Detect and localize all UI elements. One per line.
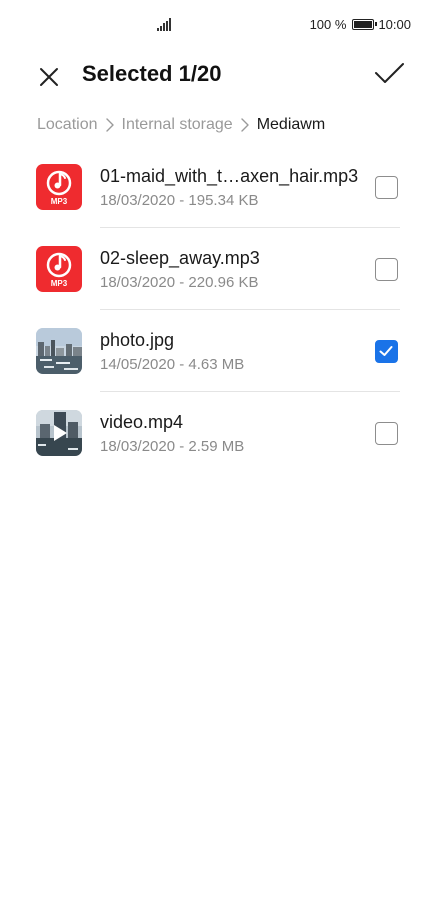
header: Selected 1/20 (0, 52, 437, 96)
chevron-right-icon (240, 118, 249, 132)
signal-icon (157, 18, 171, 31)
breadcrumb: Location Internal storage Mediawm (37, 116, 325, 134)
photo-thumbnail (36, 328, 82, 374)
file-meta: 18/03/2020 - 2.59 MB (100, 438, 245, 455)
file-row-video[interactable]: video.mp4 18/03/2020 - 2.59 MB (0, 392, 437, 474)
chevron-right-icon (105, 118, 114, 132)
select-checkbox[interactable] (375, 176, 398, 199)
breadcrumb-current-folder: Mediawm (256, 116, 326, 133)
mp3-file-icon: MP3 (36, 164, 82, 210)
file-meta: 18/03/2020 - 195.34 KB (100, 192, 259, 209)
select-checkbox[interactable] (375, 422, 398, 445)
status-bar: 100 % 10:00 (0, 0, 437, 52)
mp3-label: MP3 (50, 197, 68, 206)
checkmark-icon (379, 346, 393, 356)
status-right: 100 % 10:00 (310, 17, 411, 32)
page-title: Selected 1/20 (82, 61, 222, 86)
battery-icon (352, 19, 378, 30)
file-list: MP3 01-maid_with_t…axen_hair.mp3 18/03/2… (0, 146, 437, 474)
file-row-01-maid[interactable]: MP3 01-maid_with_t…axen_hair.mp3 18/03/2… (0, 146, 437, 228)
file-name: photo.jpg (100, 330, 175, 350)
confirm-button[interactable] (371, 56, 407, 90)
file-row-02-sleep-away[interactable]: MP3 02-sleep_away.mp3 18/03/2020 - 220.9… (0, 228, 437, 310)
battery-percent: 100 % (309, 17, 347, 32)
select-checkbox[interactable] (375, 258, 398, 281)
close-button[interactable] (34, 58, 66, 90)
file-meta: 14/05/2020 - 4.63 MB (100, 356, 245, 373)
file-name: 02-sleep_away.mp3 (100, 248, 260, 268)
mp3-file-icon: MP3 (36, 246, 82, 292)
clock: 10:00 (378, 17, 411, 32)
file-row-photo[interactable]: photo.jpg 14/05/2020 - 4.63 MB (0, 310, 437, 392)
file-meta: 18/03/2020 - 220.96 KB (100, 274, 259, 291)
check-icon (375, 63, 404, 83)
close-icon (40, 68, 58, 86)
mp3-label: MP3 (50, 279, 68, 288)
video-thumbnail (36, 410, 82, 456)
file-name: video.mp4 (100, 412, 184, 432)
breadcrumb-location[interactable]: Location (37, 116, 98, 134)
breadcrumb-internal-storage[interactable]: Internal storage (122, 116, 233, 134)
file-name: 01-maid_with_t…axen_hair.mp3 (100, 166, 359, 186)
select-checkbox[interactable] (375, 340, 398, 363)
